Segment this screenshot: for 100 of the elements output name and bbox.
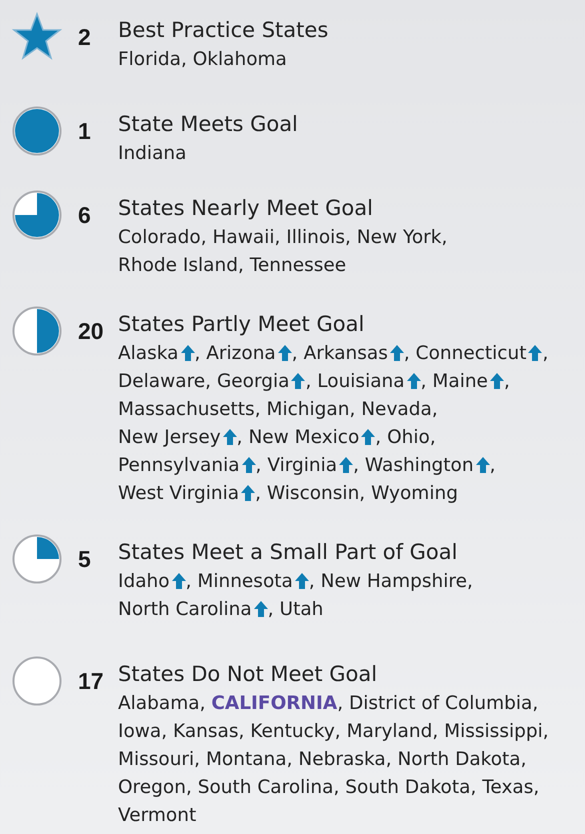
state-name: Delaware — [118, 371, 206, 392]
comma-text: , — [432, 399, 438, 420]
up-arrow-icon — [528, 345, 542, 361]
state-name: Louisiana — [317, 371, 405, 392]
up-arrow-icon — [180, 345, 194, 361]
comma-text: , — [337, 693, 344, 714]
comma-text: , — [238, 255, 244, 276]
state-name: Missouri — [118, 749, 194, 770]
comma-text: , — [194, 343, 200, 364]
state-name: Rhode Island — [118, 255, 238, 276]
state-name: Mississippi — [444, 721, 543, 742]
comma-text: , — [236, 427, 243, 448]
count-label: 6 — [77, 201, 92, 230]
up-arrow-icon — [490, 373, 504, 389]
up-arrow-icon — [294, 573, 309, 589]
comma-text: , — [344, 227, 351, 248]
up-arrow-icon — [222, 429, 237, 445]
comma-text: , — [375, 427, 382, 448]
comma-text: , — [532, 693, 538, 714]
group-title: States Meet a Small Part of Goal — [118, 539, 458, 566]
comma-text: , — [194, 749, 200, 770]
comma-text: , — [200, 227, 207, 248]
group-title: States Partly Meet Goal — [118, 311, 366, 338]
state-name: New Jersey — [118, 427, 221, 448]
comma-text: , — [466, 571, 473, 592]
state-name: West Virginia — [118, 483, 240, 504]
comma-text: , — [186, 571, 192, 592]
state-name: Pennsylvania — [118, 455, 240, 476]
state-name: Idaho — [118, 571, 170, 592]
comma-text: , — [205, 371, 212, 392]
state-name: North Dakota — [397, 749, 521, 770]
count-label: 17 — [77, 667, 105, 696]
state-name: Vermont — [118, 805, 196, 826]
comma-text: , — [470, 777, 476, 798]
comma-text: , — [305, 371, 312, 392]
state-name: Kansas — [173, 721, 239, 742]
state-name: Massachusetts — [118, 399, 255, 420]
pie-icon — [12, 656, 62, 706]
state-name: Georgia — [216, 371, 290, 392]
state-name: Arkansas — [304, 343, 388, 364]
comma-text: , — [520, 749, 527, 770]
comma-text: , — [542, 343, 548, 364]
comma-text: , — [386, 749, 392, 770]
state-name: Alaska — [118, 343, 178, 364]
state-name: Nebraska — [298, 749, 386, 770]
comma-text: , — [441, 227, 448, 248]
state-name: Oregon — [118, 777, 186, 798]
state-name: Iowa — [118, 721, 162, 742]
comma-text: , — [432, 721, 438, 742]
state-name: Nevada — [361, 399, 432, 420]
state-name: Florida — [118, 49, 181, 70]
state-name: District of Columbia — [349, 693, 532, 714]
state-name: Connecticut — [416, 343, 526, 364]
comma-text: , — [292, 343, 298, 364]
count-label: 2 — [77, 23, 92, 52]
up-arrow-icon — [406, 373, 421, 389]
state-name: Montana — [206, 749, 287, 770]
comma-text: , — [274, 227, 280, 248]
state-name: Alabama — [118, 693, 200, 714]
comma-text: , — [504, 371, 510, 392]
up-arrow-icon — [278, 345, 292, 361]
state-name: Utah — [280, 599, 324, 620]
pie-icon — [12, 534, 62, 584]
up-arrow-icon — [361, 429, 376, 445]
state-name: Tennessee — [250, 255, 346, 276]
state-name: Minnesota — [197, 571, 293, 592]
comma-text: , — [254, 399, 261, 420]
state-name: South Carolina — [198, 777, 334, 798]
state-name: Ohio — [387, 427, 430, 448]
state-name: Oklahoma — [192, 49, 287, 70]
comma-text: , — [161, 721, 168, 742]
state-name: Illinois — [286, 227, 345, 248]
group-title: States Do Not Meet Goal — [118, 661, 378, 688]
state-name: Wyoming — [371, 483, 458, 504]
comma-text: , — [308, 571, 315, 592]
comma-text: , — [430, 427, 436, 448]
pie-icon — [12, 190, 62, 240]
up-arrow-icon — [241, 485, 256, 501]
up-arrow-icon — [390, 345, 404, 361]
count-label: 20 — [77, 317, 105, 346]
comma-text: , — [334, 721, 341, 742]
state-name: Indiana — [118, 143, 186, 164]
group-title: Best Practice States — [118, 17, 330, 44]
comma-text: , — [533, 777, 540, 798]
up-arrow-icon — [339, 457, 354, 473]
comma-text: , — [200, 693, 206, 714]
state-name: Maryland — [346, 721, 432, 742]
state-name: New York — [356, 227, 442, 248]
group-title: States Nearly Meet Goal — [118, 195, 374, 222]
group-title: State Meets Goal — [118, 111, 299, 138]
up-arrow-icon — [242, 457, 256, 473]
state-name: Virginia — [267, 455, 338, 476]
up-arrow-icon — [172, 573, 186, 589]
state-name: Kentucky — [250, 721, 335, 742]
comma-text: , — [349, 399, 356, 420]
comma-text: , — [359, 483, 366, 504]
up-arrow-icon — [291, 373, 306, 389]
pie-icon — [12, 106, 62, 156]
comma-text: , — [542, 721, 549, 742]
state-name: Wisconsin — [266, 483, 360, 504]
